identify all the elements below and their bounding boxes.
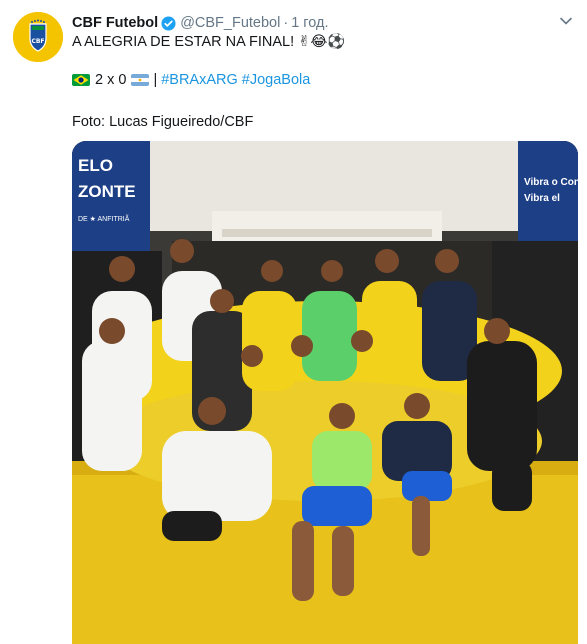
handle[interactable]: @CBF_Futebol bbox=[180, 15, 280, 31]
timestamp[interactable]: 1 год. bbox=[291, 15, 328, 31]
tweet-text-line-1: A ALEGRIA DE ESTAR NA FINAL! ✌😂⚽ bbox=[72, 33, 345, 51]
hashtag-braxarg[interactable]: #BRAxARG bbox=[161, 71, 238, 89]
header-separator: · bbox=[283, 15, 289, 31]
tweet-text-line-2: 2 x 0 | #BRAxARG #JogaBola bbox=[72, 71, 310, 89]
banner-left-line-3: DE ★ ANFITRIÃ bbox=[78, 214, 130, 223]
banner-right-line-2: Vibra el bbox=[524, 193, 560, 204]
tweet[interactable]: CBF CBF Futebol @CBF_Futebol · 1 год. A … bbox=[0, 0, 587, 644]
score: 2 x 0 bbox=[95, 72, 127, 88]
verified-badge-icon bbox=[161, 15, 176, 31]
svg-text:CBF: CBF bbox=[31, 38, 44, 45]
avatar[interactable]: CBF bbox=[13, 12, 63, 62]
banner-left-line-2: ZONTE bbox=[78, 182, 136, 201]
argentina-flag-icon bbox=[131, 74, 150, 86]
brazil-flag-icon bbox=[72, 74, 90, 86]
tweet-photo[interactable]: ELO ZONTE DE ★ ANFITRIÃ Vibra o Conti Vi… bbox=[72, 141, 578, 644]
hashtag-jogabola[interactable]: #JogaBola bbox=[242, 71, 311, 89]
pipe-separator: | bbox=[153, 72, 158, 88]
cbf-crest-icon: CBF bbox=[13, 12, 63, 62]
tweet-headline: A ALEGRIA DE ESTAR NA FINAL! bbox=[72, 34, 295, 50]
banner-left-line-1: ELO bbox=[78, 156, 113, 175]
chevron-down-icon[interactable] bbox=[559, 14, 573, 28]
banner-right-line-1: Vibra o Conti bbox=[524, 177, 578, 188]
team-celebration-photo: ELO ZONTE DE ★ ANFITRIÃ Vibra o Conti Vi… bbox=[72, 141, 578, 644]
photo-credit: Foto: Lucas Figueiredo/CBF bbox=[72, 114, 254, 130]
display-name[interactable]: CBF Futebol bbox=[72, 15, 158, 31]
emoji-group: ✌😂⚽ bbox=[298, 34, 346, 50]
tweet-header: CBF Futebol @CBF_Futebol · 1 год. bbox=[72, 14, 329, 32]
